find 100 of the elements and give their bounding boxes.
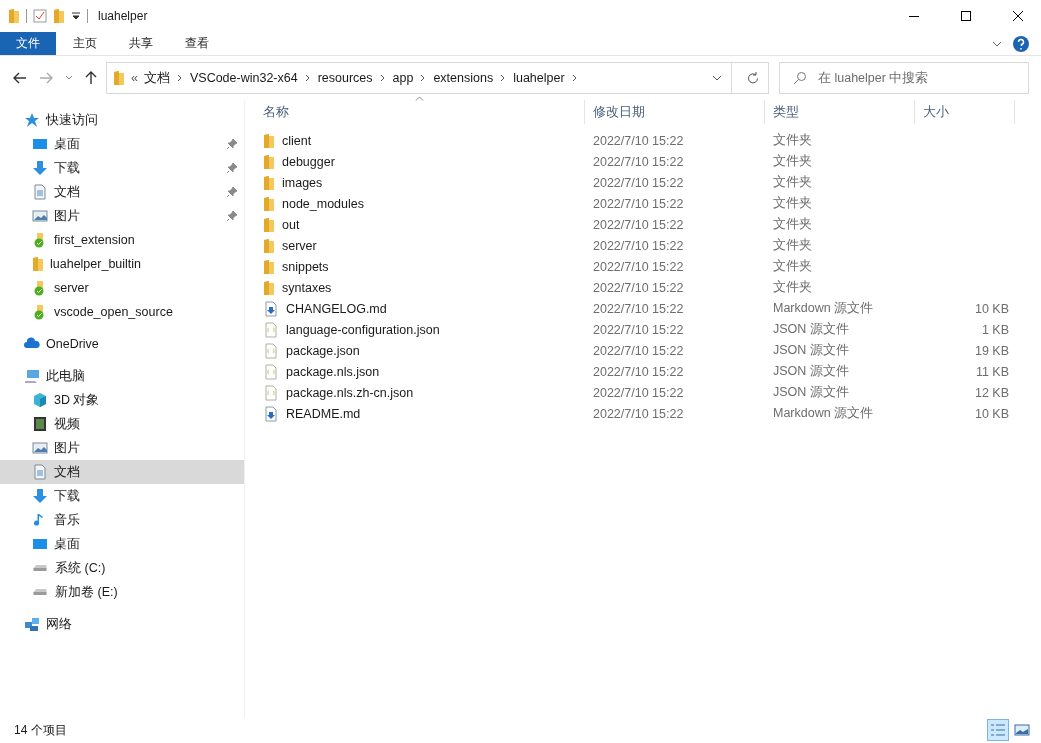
folder-icon <box>8 8 20 24</box>
navigation-item[interactable]: 此电脑 <box>0 364 244 388</box>
navigation-item[interactable]: 文档 <box>0 460 244 484</box>
file-type: 文件夹 <box>772 195 813 212</box>
ribbon-tab[interactable]: 共享 <box>114 32 168 55</box>
chevron-icon[interactable] <box>175 74 184 82</box>
folder-icon <box>113 70 125 86</box>
navigation-item[interactable]: 系统 (C:) <box>0 556 244 580</box>
chevron-down-icon <box>711 75 722 81</box>
column-header[interactable]: 修改日期 <box>585 100 765 124</box>
left-arrow-icon <box>13 72 27 84</box>
ribbon-tab[interactable]: 文件 <box>0 32 56 55</box>
breadcrumb[interactable]: app <box>392 71 414 85</box>
file-name[interactable]: debugger <box>255 153 585 170</box>
file-name[interactable]: node_modules <box>255 195 585 212</box>
file-size: 12 KB <box>973 385 1009 400</box>
folder-icon <box>263 195 275 212</box>
navigation-item[interactable]: 新加卷 (E:) <box>0 580 244 604</box>
modified-date: 2022/7/10 15:22 <box>592 238 685 253</box>
pin-icon[interactable] <box>226 162 238 174</box>
picture-icon <box>1014 724 1030 736</box>
file-name[interactable]: package.nls.zh-cn.json <box>255 384 585 401</box>
column-header[interactable]: 名称 <box>255 100 585 124</box>
navigation-item[interactable]: 3D 对象 <box>0 388 244 412</box>
navigation-item[interactable]: OneDrive <box>0 332 244 356</box>
picture-icon <box>32 440 48 456</box>
navigation-item[interactable]: 音乐 <box>0 508 244 532</box>
properties-icon[interactable] <box>33 9 47 23</box>
column-header[interactable]: 大小 <box>915 100 1015 124</box>
navigation-item[interactable]: 桌面 <box>0 132 244 156</box>
folder-icon <box>263 237 275 254</box>
sort-caret-icon <box>415 96 424 101</box>
file-name[interactable]: server <box>255 237 585 254</box>
pin-icon[interactable] <box>226 210 238 222</box>
breadcrumb[interactable]: 文档 <box>143 69 170 87</box>
navigation-item[interactable]: vscode_open_source <box>0 300 244 324</box>
file-icon <box>263 300 279 317</box>
item-count: 14 个项目 <box>14 721 68 739</box>
refresh-icon <box>747 72 759 84</box>
breadcrumb[interactable]: extensions <box>433 71 494 85</box>
navigation-item[interactable]: 桌面 <box>0 532 244 556</box>
dropdown-icon[interactable] <box>71 11 81 21</box>
navigation-item[interactable]: luahelper_builtin <box>0 252 244 276</box>
folder-icon <box>32 256 44 272</box>
navigation-item[interactable]: 视频 <box>0 412 244 436</box>
search-icon <box>793 71 807 85</box>
file-name[interactable]: snippets <box>255 258 585 275</box>
navigation-item[interactable]: 图片 <box>0 204 244 228</box>
window-title: luahelper <box>98 9 149 23</box>
file-name[interactable]: package.nls.json <box>255 363 585 380</box>
file-name[interactable]: language-configuration.json <box>255 321 585 338</box>
ribbon-tab[interactable]: 主页 <box>58 32 112 55</box>
chevron-icon[interactable] <box>570 74 579 82</box>
file-icon <box>263 342 279 359</box>
navigation-item[interactable]: 快速访问 <box>0 108 244 132</box>
address-bar[interactable]: « 文档 VSCode-win32-x64 resources app extensions luahelper <box>106 62 769 94</box>
star-icon <box>24 112 40 128</box>
chevron-icon[interactable] <box>378 74 387 82</box>
pin-icon[interactable] <box>226 138 238 150</box>
computer-icon <box>24 368 40 384</box>
file-name[interactable]: images <box>255 174 585 191</box>
breadcrumb[interactable]: resources <box>317 71 373 85</box>
overflow-crumb[interactable]: « <box>131 71 138 85</box>
search-field[interactable]: 在 luahelper 中搜索 <box>779 62 1029 94</box>
navigation-item[interactable]: 图片 <box>0 436 244 460</box>
navigation-item[interactable]: 文档 <box>0 180 244 204</box>
network-icon <box>24 616 40 632</box>
breadcrumb[interactable]: VSCode-win32-x64 <box>189 71 298 85</box>
column-header[interactable]: 类型 <box>765 100 915 124</box>
file-name[interactable]: client <box>255 132 585 149</box>
ribbon-tab[interactable]: 查看 <box>170 32 224 55</box>
modified-date: 2022/7/10 15:22 <box>592 217 685 232</box>
chevron-down-icon <box>65 75 73 81</box>
file-name[interactable]: syntaxes <box>255 279 585 296</box>
picture-icon <box>32 208 48 224</box>
file-name[interactable]: out <box>255 216 585 233</box>
navigation-item[interactable]: 下载 <box>0 484 244 508</box>
file-icon <box>263 405 279 422</box>
pin-icon[interactable] <box>226 186 238 198</box>
file-name[interactable]: package.json <box>255 342 585 359</box>
minimize-icon <box>909 15 919 17</box>
file-type: JSON 源文件 <box>772 384 850 401</box>
navigation-item[interactable]: first_extension <box>0 228 244 252</box>
file-name[interactable]: README.md <box>255 405 585 422</box>
file-type: JSON 源文件 <box>772 363 850 380</box>
modified-date: 2022/7/10 15:22 <box>592 154 685 169</box>
drive-icon <box>33 564 48 572</box>
file-type: 文件夹 <box>772 132 813 149</box>
desktop-icon <box>32 536 48 552</box>
file-name[interactable]: CHANGELOG.md <box>255 300 585 317</box>
file-type: 文件夹 <box>772 258 813 275</box>
file-size: 1 KB <box>980 322 1009 337</box>
navigation-item[interactable]: 网络 <box>0 612 244 636</box>
file-type: 文件夹 <box>772 216 813 233</box>
file-type: JSON 源文件 <box>772 321 850 338</box>
breadcrumb[interactable]: luahelper <box>513 71 565 85</box>
file-icon <box>263 321 279 338</box>
navigation-item[interactable]: 下载 <box>0 156 244 180</box>
chevron-icon[interactable] <box>303 74 312 82</box>
navigation-item[interactable]: server <box>0 276 244 300</box>
